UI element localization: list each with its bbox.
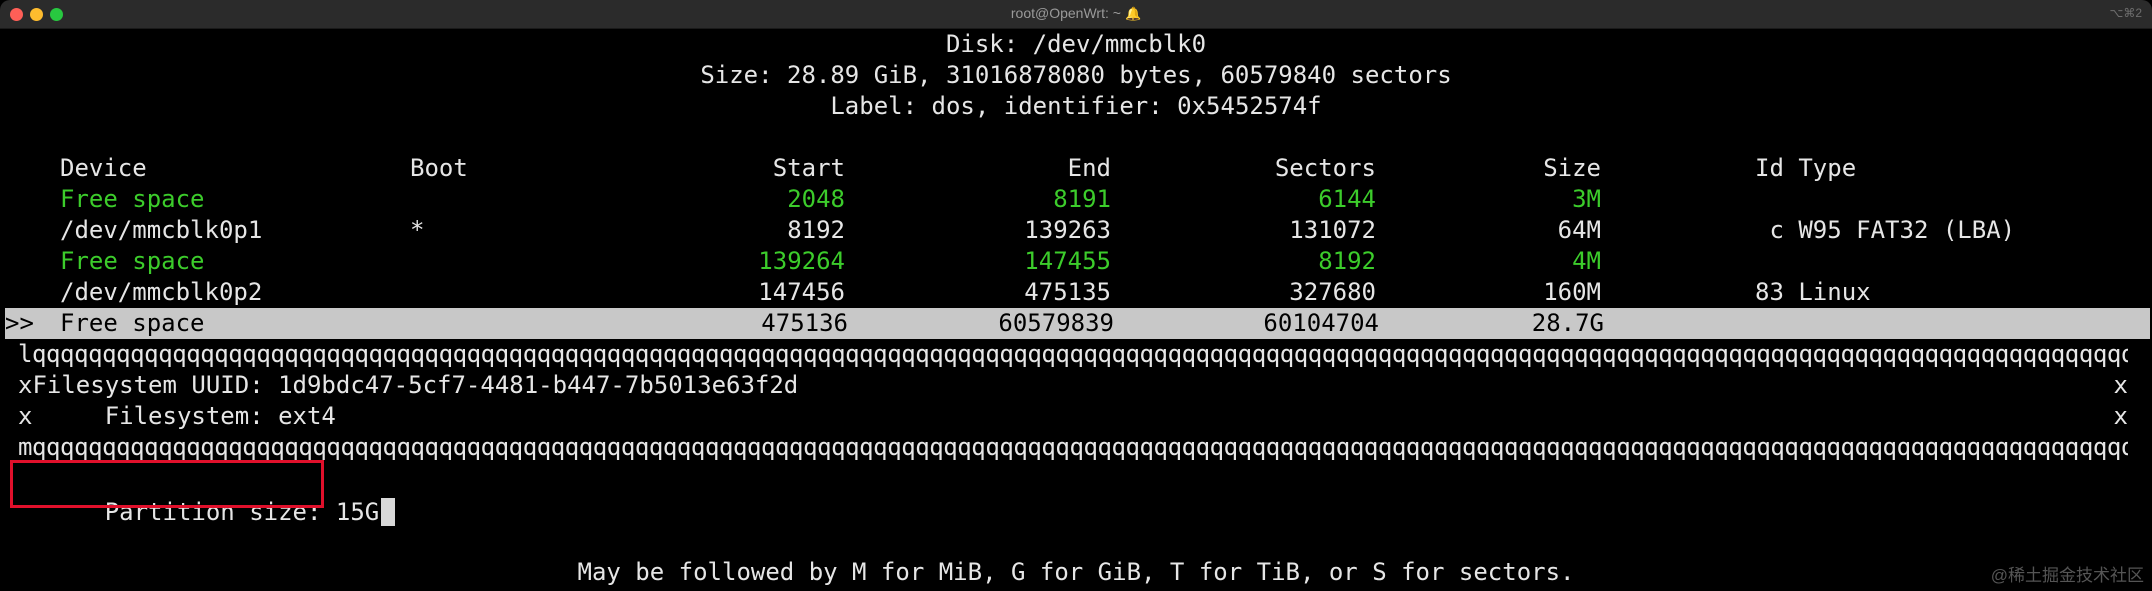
partition-size-prompt[interactable]: Partition size: 15G xyxy=(18,466,2128,526)
row-boot: * xyxy=(410,216,425,244)
row-sectors: 8192 xyxy=(1318,247,1376,275)
text-cursor xyxy=(381,498,396,526)
info-box-top-border: lqqqqqqqqqqqqqqqqqqqqqqqqqqqqqqqqqqqqqqq… xyxy=(18,340,2128,368)
disk-name: Disk: /dev/mmcblk0 xyxy=(945,30,1207,58)
table-row-selected[interactable]: >> Free space 475136 60579839 60104704 2… xyxy=(5,308,2150,339)
info-box-uuid: xFilesystem UUID: 1d9bdc47-5cf7-4481-b44… xyxy=(18,370,2128,401)
filesystem-uuid: xFilesystem UUID: 1d9bdc47-5cf7-4481-b44… xyxy=(18,371,799,399)
row-device: Free space xyxy=(60,185,205,213)
row-idtype: c W95 FAT32 (LBA) xyxy=(1755,216,2016,244)
row-end: 60579839 xyxy=(998,309,1114,337)
table-header: Device Boot Start End Sectors Size Id Ty… xyxy=(0,153,2152,184)
row-start: 139264 xyxy=(758,247,845,275)
header-idtype: Id Type xyxy=(1755,154,1857,182)
table-row[interactable]: /dev/mmcblk0p1 * 8192 139263 131072 64M … xyxy=(0,215,2152,246)
header-device: Device xyxy=(60,154,147,182)
row-start: 147456 xyxy=(758,278,845,306)
info-box-right-edge: x xyxy=(2113,402,2128,430)
window-shortcut: ⌥⌘2 xyxy=(2109,6,2142,20)
table-row[interactable]: Free space 2048 8191 6144 3M xyxy=(0,184,2152,215)
filesystem-type: x Filesystem: ext4 xyxy=(18,402,336,430)
row-end: 475135 xyxy=(1024,278,1111,306)
partition-size-input[interactable]: 15G xyxy=(336,498,379,526)
input-hint: May be followed by M for MiB, G for GiB,… xyxy=(577,558,1575,586)
row-size: 4M xyxy=(1572,247,1601,275)
row-size: 64M xyxy=(1557,216,1601,244)
table-row[interactable]: Free space 139264 147455 8192 4M xyxy=(0,246,2152,277)
row-start: 475136 xyxy=(761,309,848,337)
row-sectors: 327680 xyxy=(1289,278,1376,306)
header-end: End xyxy=(1067,154,1111,182)
disk-label: Label: dos, identifier: 0x5452574f xyxy=(830,92,1322,120)
row-size: 3M xyxy=(1572,185,1601,213)
row-sectors: 131072 xyxy=(1289,216,1376,244)
terminal-window: root@OpenWrt: ~ 🔔 ⌥⌘2 Disk: /dev/mmcblk0 … xyxy=(0,0,2152,591)
title-bar: root@OpenWrt: ~ 🔔 ⌥⌘2 xyxy=(0,0,2152,29)
header-size: Size xyxy=(1543,154,1601,182)
disk-size: Size: 28.89 GiB, 31016878080 bytes, 6057… xyxy=(700,61,1452,89)
table-row[interactable]: /dev/mmcblk0p2 147456 475135 327680 160M… xyxy=(0,277,2152,308)
info-box-right-edge: x xyxy=(2113,371,2128,399)
header-start: Start xyxy=(772,154,845,182)
info-box-filesystem: x Filesystem: ext4 x xyxy=(18,401,2128,432)
window-title-text: root@OpenWrt: ~ xyxy=(1010,5,1121,21)
row-size: 160M xyxy=(1543,278,1601,306)
row-device: Free space xyxy=(60,247,205,275)
window-title: root@OpenWrt: ~ 🔔 xyxy=(0,5,2152,22)
selection-marker: >> xyxy=(5,309,34,337)
annotation-highlight-box xyxy=(10,460,324,508)
row-start: 2048 xyxy=(787,185,845,213)
row-device: /dev/mmcblk0p1 xyxy=(60,216,263,244)
row-end: 147455 xyxy=(1024,247,1111,275)
header-sectors: Sectors xyxy=(1274,154,1376,182)
info-box-bottom-border: mqqqqqqqqqqqqqqqqqqqqqqqqqqqqqqqqqqqqqqq… xyxy=(18,433,2128,461)
row-sectors: 60104704 xyxy=(1263,309,1379,337)
row-sectors: 6144 xyxy=(1318,185,1376,213)
row-device: Free space xyxy=(60,309,205,337)
row-end: 139263 xyxy=(1024,216,1111,244)
row-start: 8192 xyxy=(787,216,845,244)
bell-icon: 🔔 xyxy=(1124,6,1142,21)
row-idtype: 83 Linux xyxy=(1755,278,1871,306)
row-device: /dev/mmcblk0p2 xyxy=(60,278,263,306)
watermark: @稀土掘金技术社区 xyxy=(1990,566,2144,585)
header-boot: Boot xyxy=(410,154,468,182)
row-end: 8191 xyxy=(1053,185,1111,213)
row-size: 28.7G xyxy=(1531,309,1604,337)
